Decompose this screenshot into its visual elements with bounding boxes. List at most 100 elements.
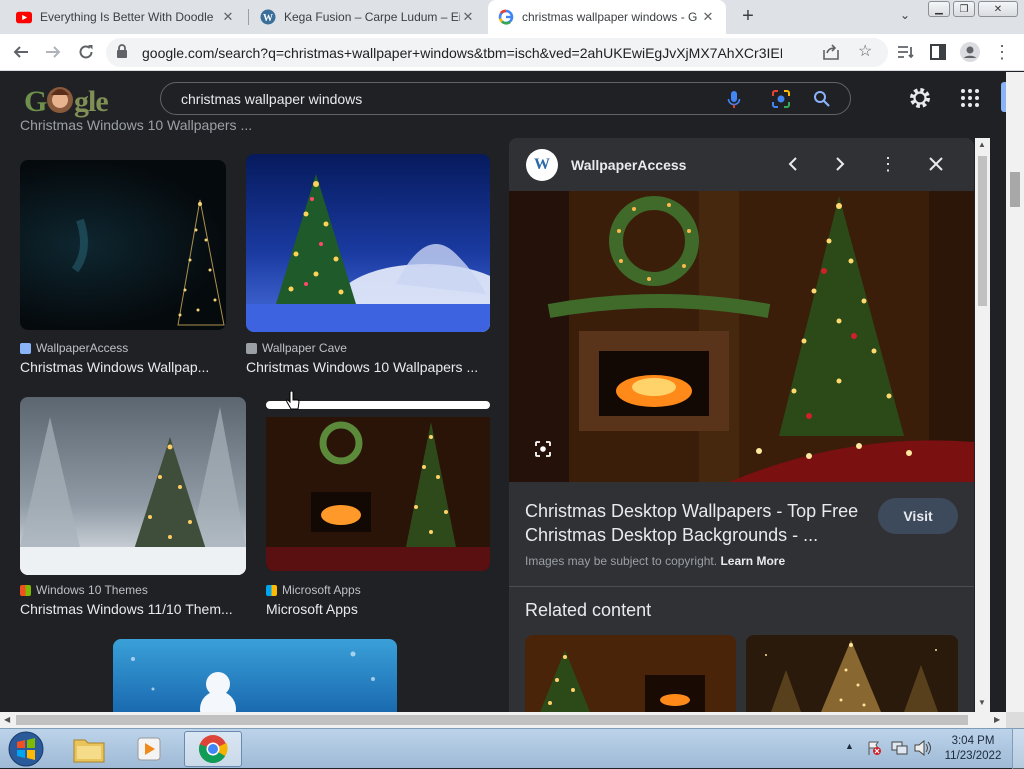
fireplace-room-wallpaper: [266, 417, 490, 571]
result-title[interactable]: Christmas Windows 11/10 Them...: [20, 601, 242, 617]
show-hidden-icons-arrow-icon[interactable]: ▲: [845, 741, 854, 751]
profile-avatar-icon[interactable]: [958, 40, 982, 64]
snow-forest-tree-wallpaper: [20, 407, 246, 575]
site-name[interactable]: WallpaperAccess: [571, 157, 686, 173]
result-source[interactable]: Wallpaper Cave: [246, 341, 347, 355]
chrome-icon: [198, 735, 228, 763]
close-tab-icon[interactable]: ✕: [220, 9, 236, 25]
source-label: Windows 10 Themes: [36, 583, 148, 597]
search-query[interactable]: christmas wallpaper windows: [181, 91, 362, 107]
side-panel-icon[interactable]: [926, 40, 950, 64]
network-icon[interactable]: [891, 740, 909, 761]
preview-image[interactable]: [509, 191, 974, 482]
new-tab-icon[interactable]: +: [738, 6, 758, 26]
share-icon[interactable]: [822, 43, 840, 66]
scrollbar-corner: [1006, 712, 1024, 728]
tab-youtube[interactable]: Everything Is Better With Doodle ✕: [6, 0, 246, 34]
clock-time: 3:04 PM: [951, 735, 995, 747]
site-logo-icon[interactable]: W: [526, 149, 558, 181]
scroll-right-arrow-icon[interactable]: ▶: [994, 715, 1000, 724]
lens-search-icon[interactable]: [535, 441, 551, 462]
panel-scrollbar-thumb[interactable]: [978, 156, 987, 306]
start-button[interactable]: [4, 729, 48, 769]
related-content-heading: Related content: [525, 600, 652, 620]
media-player-icon: [137, 737, 161, 761]
back-arrow-icon[interactable]: [9, 40, 33, 64]
page-horizontal-scrollbar[interactable]: ◀ ▶: [0, 712, 1006, 728]
show-desktop-button[interactable]: [1012, 729, 1024, 769]
page-vertical-scrollbar[interactable]: [1006, 72, 1024, 712]
related-fireplace-tree-image: [525, 635, 736, 712]
system-clock[interactable]: 3:04 PM 11/23/2022: [938, 734, 1008, 764]
svg-text:G: G: [24, 85, 47, 118]
tab-google-active[interactable]: christmas wallpaper windows - G ✕: [488, 0, 726, 34]
youtube-icon: [16, 9, 32, 25]
microphone-icon[interactable]: [727, 90, 741, 114]
christmas-fireplace-room-image: [509, 191, 974, 482]
result-source[interactable]: WallpaperAccess: [20, 341, 128, 355]
visit-button[interactable]: Visit: [878, 498, 958, 534]
svg-text:W: W: [263, 13, 273, 24]
settings-gear-icon[interactable]: [908, 86, 932, 115]
source-label: WallpaperAccess: [36, 341, 129, 355]
preview-title[interactable]: Christmas Desktop Wallpapers - Top Free …: [525, 499, 870, 547]
chrome-menu-icon[interactable]: ⋮: [990, 40, 1014, 64]
wordpress-icon: W: [260, 9, 276, 25]
taskbar-chrome-active[interactable]: [184, 731, 242, 767]
result-thumbnail[interactable]: [113, 639, 397, 712]
hand-cursor-icon: [285, 390, 301, 416]
google-apps-grid-icon[interactable]: [960, 88, 980, 113]
wallpapercave-favicon-icon: [246, 342, 257, 354]
tab-search-chevron-icon[interactable]: ⌄: [896, 8, 914, 26]
tab-wordpress[interactable]: W Kega Fusion – Carpe Ludum – Ei ✕: [250, 0, 486, 34]
result-thumbnail[interactable]: [246, 154, 490, 332]
reload-icon[interactable]: [74, 40, 98, 64]
horizontal-scrollbar-thumb[interactable]: [16, 715, 968, 725]
copyright-text: Images may be subject to copyright.: [525, 554, 718, 568]
address-bar[interactable]: google.com/search?q=christmas+wallpaper+…: [106, 38, 888, 67]
close-tab-icon[interactable]: ✕: [460, 9, 476, 25]
search-box[interactable]: christmas wallpaper windows: [160, 82, 851, 115]
scroll-left-arrow-icon[interactable]: ◀: [4, 715, 10, 724]
panel-scrollbar[interactable]: ▲ ▼: [975, 138, 990, 712]
result-source[interactable]: Microsoft Apps: [266, 583, 361, 597]
page-scrollbar-thumb[interactable]: [1010, 172, 1020, 207]
scroll-down-arrow-icon[interactable]: ▼: [978, 698, 986, 707]
divider: [509, 586, 974, 587]
partial-result-title[interactable]: Christmas Windows 10 Wallpapers ...: [20, 117, 480, 133]
google-lens-icon[interactable]: [771, 89, 791, 114]
previous-chevron-icon[interactable]: [782, 153, 804, 175]
site-initial: W: [534, 156, 550, 173]
more-options-icon[interactable]: ⋮: [877, 153, 899, 175]
scroll-up-arrow-icon[interactable]: ▲: [978, 140, 986, 149]
related-thumbnail[interactable]: [746, 635, 958, 712]
lock-icon[interactable]: [116, 44, 128, 64]
result-thumbnail[interactable]: [20, 397, 246, 575]
learn-more-link[interactable]: Learn More: [720, 554, 785, 568]
clock-date: 11/23/2022: [944, 750, 1002, 762]
related-thumbnail[interactable]: [525, 635, 736, 712]
forward-arrow-icon[interactable]: [41, 40, 65, 64]
bookmark-star-icon[interactable]: ☆: [858, 41, 872, 61]
reading-list-icon[interactable]: [894, 40, 918, 64]
url-text[interactable]: google.com/search?q=christmas+wallpaper+…: [142, 45, 782, 61]
volume-speaker-icon[interactable]: [914, 739, 932, 761]
restore-window-icon[interactable]: ❐: [953, 1, 975, 17]
close-tab-icon[interactable]: ✕: [700, 9, 716, 25]
golden-tree-wallpaper: [71, 199, 225, 326]
taskbar-explorer[interactable]: [60, 731, 118, 767]
minimize-window-icon[interactable]: ▁: [928, 1, 950, 17]
taskbar-media-player[interactable]: [120, 731, 178, 767]
result-thumbnail[interactable]: [266, 417, 490, 571]
windows10themes-favicon-icon: [20, 584, 31, 596]
action-center-flag-icon[interactable]: [866, 740, 882, 761]
close-panel-icon[interactable]: [925, 153, 947, 175]
search-icon[interactable]: [813, 90, 831, 113]
result-thumbnail[interactable]: [20, 160, 226, 330]
result-title[interactable]: Christmas Windows 10 Wallpapers ...: [246, 359, 486, 375]
result-source[interactable]: Windows 10 Themes: [20, 583, 148, 597]
result-title[interactable]: Christmas Windows Wallpap...: [20, 359, 220, 375]
close-window-icon[interactable]: ✕: [978, 1, 1018, 17]
next-chevron-icon[interactable]: [829, 153, 851, 175]
result-title[interactable]: Microsoft Apps: [266, 601, 488, 617]
